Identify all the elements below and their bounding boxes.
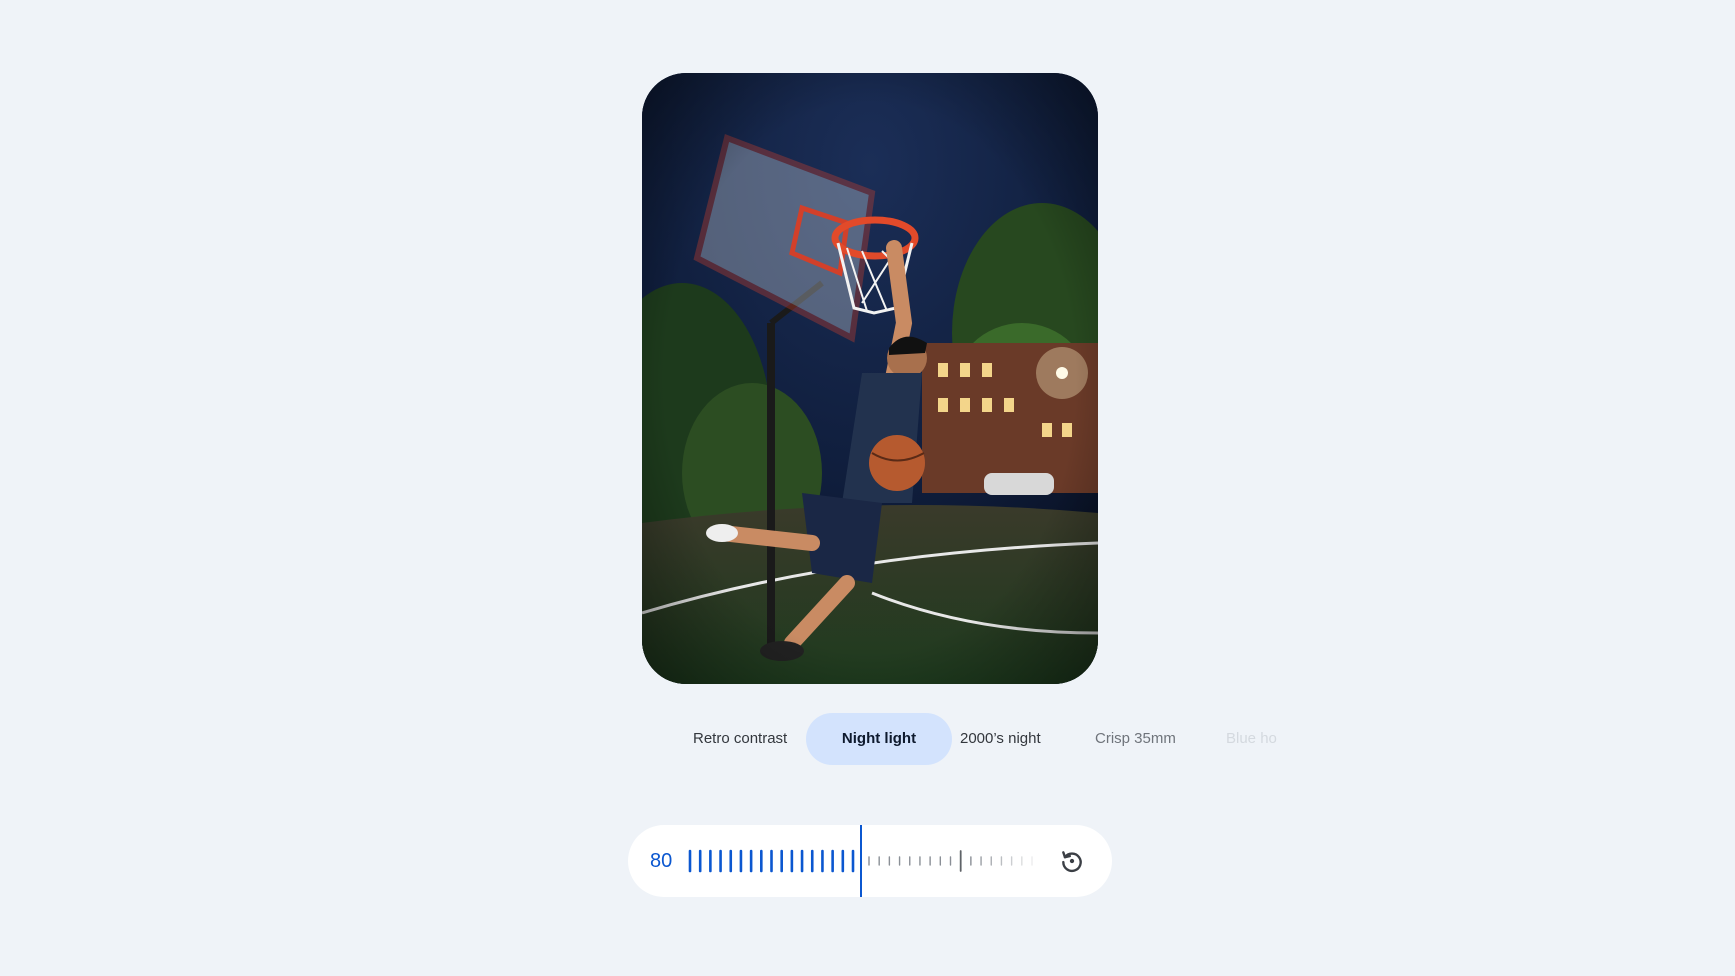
photo-image xyxy=(642,73,1098,684)
filter-chip-blue-hour[interactable]: Blue ho xyxy=(1226,713,1277,765)
intensity-value: 80 xyxy=(650,850,673,872)
filter-carousel: Retro contrast Night light 2000’s night … xyxy=(660,713,1300,765)
editor-stage: Retro contrast Night light 2000’s night … xyxy=(0,0,1735,976)
photo-preview xyxy=(642,73,1098,684)
filter-chip-retro-contrast[interactable]: Retro contrast xyxy=(693,713,787,765)
filter-chip-2000s-night[interactable]: 2000’s night xyxy=(960,713,1041,765)
intensity-slider[interactable] xyxy=(628,825,1112,897)
filter-chip-crisp-35mm[interactable]: Crisp 35mm xyxy=(1095,713,1176,765)
reset-icon[interactable] xyxy=(1059,848,1085,874)
filter-chip-night-light[interactable]: Night light xyxy=(806,713,952,765)
intensity-slider-pill: 80 xyxy=(628,825,1112,897)
